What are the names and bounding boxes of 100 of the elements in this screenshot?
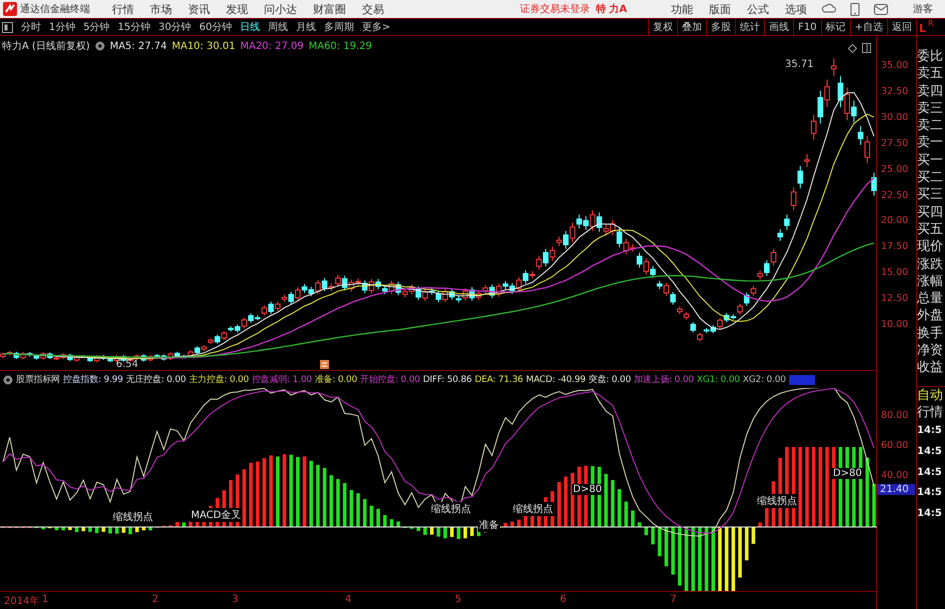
price-axis-label: 15.00 — [881, 267, 908, 278]
quote-label: 行情 — [917, 404, 944, 422]
diamond-icon[interactable] — [848, 44, 857, 53]
indicator-value: XG2: 0.00 — [742, 374, 786, 384]
user-label[interactable]: 游客 — [913, 2, 933, 16]
signal-label: 缩线拐点 — [430, 502, 472, 516]
menu-item[interactable]: 公式 — [739, 2, 777, 16]
tick-time: 14:5 — [917, 424, 943, 438]
price-axis-label: 30.00 — [881, 112, 908, 123]
menu-item[interactable]: 功能 — [663, 2, 701, 16]
settings-icon[interactable] — [94, 41, 105, 51]
tick-time: 14:5 — [917, 507, 943, 522]
toolbar-button[interactable]: F10 — [793, 19, 821, 35]
signal-label: 缩线拐点 — [112, 510, 154, 524]
toolbar-button[interactable]: 画线 — [764, 19, 794, 35]
quote-field-label: 买二 — [917, 169, 944, 186]
quote-field-label: 卖五 — [917, 65, 944, 83]
settings-icon[interactable] — [3, 374, 13, 384]
period-tab[interactable]: 15分钟 — [114, 20, 154, 34]
menu-item[interactable]: 行情 — [104, 2, 142, 16]
indicator-value: XG1: 0.00 — [696, 374, 740, 384]
period-tab[interactable]: 月线 — [292, 20, 320, 34]
menu-item[interactable]: 问小达 — [256, 2, 305, 16]
date-axis-label: 1 — [42, 594, 48, 605]
tick-time: 14:5 — [917, 486, 943, 500]
indicator-value: DEA: 71.36 — [474, 374, 524, 384]
menu-item[interactable]: 资讯 — [180, 2, 218, 16]
quote-field-label: 收益 — [917, 359, 944, 377]
signal-label: 缩线拐点 — [756, 494, 798, 508]
date-axis-label: 3 — [232, 594, 238, 605]
indicator-axis-label: 40.00 — [881, 470, 908, 481]
indicator-value: 主力控盘: 0.00 — [188, 374, 249, 386]
layout-switch-right[interactable]: R — [928, 19, 934, 28]
moving-average-value: MA20: 27.09 — [240, 40, 304, 52]
layout-switch-left[interactable]: L — [919, 22, 926, 35]
message-icon[interactable] — [874, 4, 888, 14]
quote-field-label: 换手 — [917, 324, 944, 342]
menu-item[interactable]: 发现 — [218, 2, 256, 16]
period-tab[interactable]: 分时 — [17, 20, 45, 34]
login-notice: 证券交易未登录 — [520, 2, 590, 16]
quote-field-label: 买五 — [917, 220, 944, 238]
toolbar-button[interactable]: 复权 — [648, 19, 678, 35]
date-axis-label: 5 — [455, 594, 462, 605]
panel-toggle-icon[interactable] — [2, 22, 13, 32]
period-tab[interactable]: 1分钟 — [45, 20, 80, 34]
period-tab[interactable]: 周线 — [264, 20, 292, 34]
indicator-value: 突盘: 0.00 — [588, 374, 631, 386]
signal-label: D>80 — [572, 484, 603, 495]
current-value-tag: 21.40 — [877, 484, 915, 495]
quote-field-label: 买三 — [917, 186, 944, 204]
menu-item[interactable]: 财富圈 — [305, 2, 354, 16]
indicator-value: DIFF: 50.86 — [423, 374, 472, 384]
quote-field-label: 涨跌 — [917, 256, 944, 273]
quote-field-label: 总量 — [917, 290, 944, 308]
date-axis-label: 4 — [345, 594, 352, 605]
menu-item[interactable]: 选项 — [777, 2, 815, 16]
indicator-switch-bar[interactable] — [788, 374, 815, 384]
price-axis-label: 10.00 — [881, 319, 908, 330]
period-tab[interactable]: 更多> — [358, 20, 394, 34]
period-tab[interactable]: 5分钟 — [79, 20, 114, 34]
price-axis-label: 22.50 — [881, 190, 908, 200]
chart-title: 特力A (日线前复权) — [2, 40, 90, 53]
moving-average-value: MA60: 19.29 — [308, 40, 372, 52]
window-icon[interactable] — [862, 43, 871, 53]
signal-label: MACD金叉 — [190, 508, 242, 522]
indicator-axis-label: 80.00 — [881, 410, 908, 421]
phone-icon[interactable] — [850, 2, 860, 16]
menu-item[interactable]: 市场 — [142, 2, 180, 16]
toolbar-button[interactable]: 标记 — [820, 19, 850, 35]
quote-field-label: 委比 — [917, 48, 944, 66]
indicator-value: 加速上扬: 0.00 — [634, 374, 694, 386]
toolbar-button[interactable]: 返回 — [887, 19, 916, 35]
period-tab[interactable]: 60分钟 — [195, 20, 236, 34]
price-axis-label: 27.50 — [881, 138, 908, 149]
toolbar-button[interactable]: 统计 — [735, 19, 764, 35]
indicator-value: 开始控盘: 0.00 — [360, 374, 420, 386]
quote-field-label: 卖三 — [917, 100, 944, 118]
toolbar-button[interactable]: +自选 — [850, 19, 887, 35]
toolbar-button[interactable]: 多股 — [706, 19, 736, 35]
date-axis-label: 7 — [670, 594, 676, 605]
menu-item[interactable]: 版面 — [701, 2, 739, 16]
period-tab[interactable]: 多周期 — [320, 20, 358, 34]
indicator-name: 股票指标网 — [16, 374, 60, 386]
event-marker-icon[interactable] — [320, 360, 329, 369]
moving-average-value: MA5: 27.74 — [110, 40, 167, 52]
quote-field-label: 卖四 — [917, 82, 944, 100]
menu-item[interactable]: 交易 — [354, 2, 392, 16]
cloud-icon[interactable] — [822, 3, 836, 15]
price-axis-label: 17.50 — [881, 241, 908, 252]
toolbar-button[interactable]: 叠加 — [677, 19, 706, 35]
tick-time: 14:5 — [917, 466, 943, 480]
low-price-label: 6.54 — [116, 359, 138, 370]
quote-field-label: 涨幅 — [917, 272, 944, 290]
period-tab[interactable]: 30分钟 — [154, 20, 196, 34]
quote-field-label: 买一 — [917, 152, 944, 170]
auto-label[interactable]: 自动 — [917, 386, 945, 404]
indicator-value: 控盘减弱: 1.00 — [252, 374, 312, 386]
period-tab[interactable]: 日线 — [236, 20, 264, 34]
price-axis-label: 20.00 — [881, 215, 908, 226]
quote-field-label: 卖一 — [917, 134, 944, 152]
